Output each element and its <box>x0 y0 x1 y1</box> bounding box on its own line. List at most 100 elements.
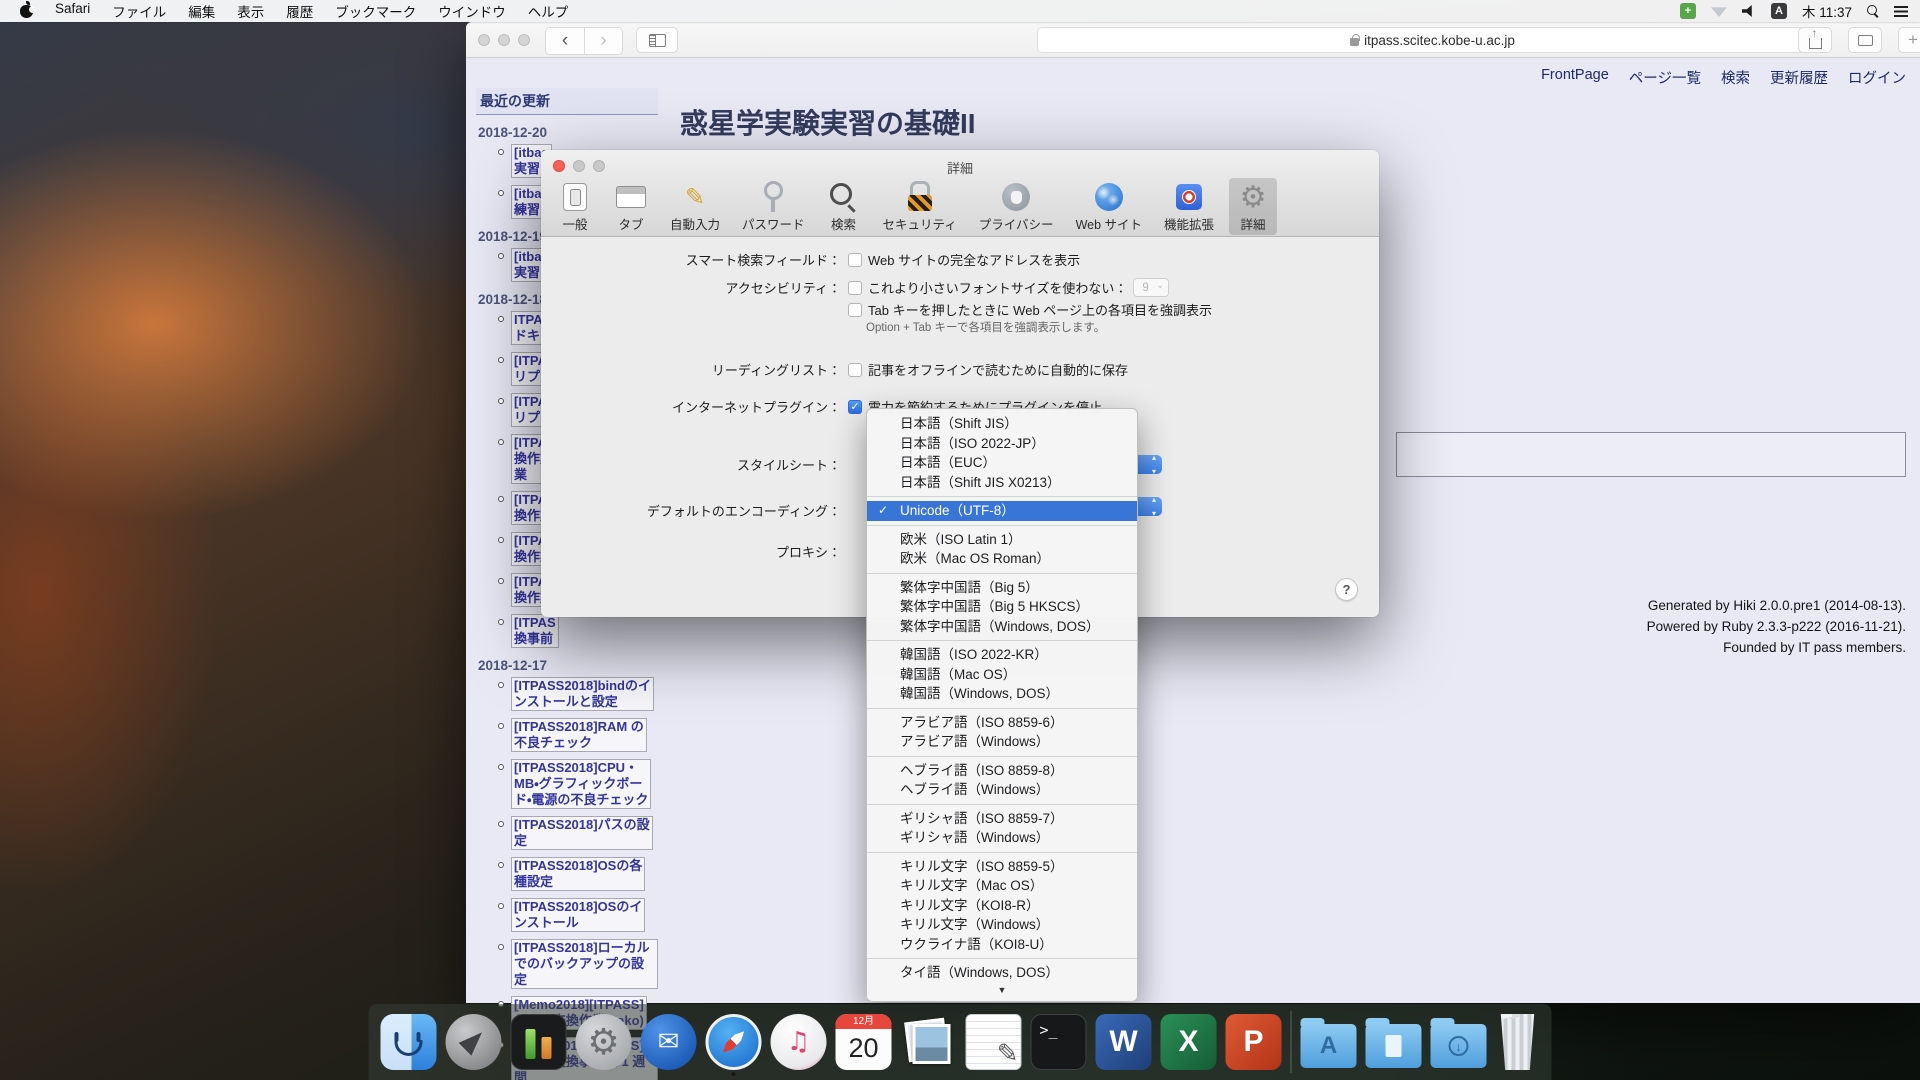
menu-item[interactable]: 編集 <box>188 1 215 21</box>
zoom-button[interactable] <box>518 34 530 46</box>
encoding-menu-item[interactable]: ✓ キリル文字（Windows） <box>867 915 1137 935</box>
encoding-menu-item[interactable]: ✓ キリル文字（KOI8-R） <box>867 896 1137 916</box>
word-icon[interactable]: W <box>1096 1014 1152 1070</box>
nav-link[interactable]: FrontPage <box>1541 67 1609 88</box>
antivirus-menu-icon[interactable]: + <box>1680 3 1696 19</box>
preferences-tab[interactable]: パスワード <box>735 178 812 235</box>
encoding-menu-item[interactable]: ✓ アラビア語（ISO 8859-6） <box>867 713 1137 733</box>
close-button[interactable] <box>478 34 490 46</box>
share-button[interactable] <box>1798 27 1832 53</box>
applications-folder-icon[interactable]: A <box>1301 1024 1357 1068</box>
downloads-folder-icon[interactable]: ↓ <box>1431 1024 1487 1068</box>
encoding-menu-item[interactable]: ✓ 日本語（Shift JIS） <box>867 414 1137 434</box>
encoding-menu-item[interactable]: ✓ Unicode（UTF-8） <box>867 501 1137 521</box>
encoding-menu-item[interactable]: ✓ ギリシャ語（ISO 8859-7） <box>867 809 1137 829</box>
encoding-popup-fragment[interactable] <box>1138 497 1162 516</box>
encoding-menu-item[interactable]: ✓ 韓国語（ISO 2022-KR） <box>867 645 1137 665</box>
system-preferences-icon[interactable]: ⚙ <box>576 1014 632 1070</box>
wiki-link[interactable]: [ITPASS2018]CPU・ MB・グラフィックボー ド・電源の不良チェック <box>511 759 651 809</box>
encoding-menu-item[interactable]: ✓ ウクライナ語（KOI8-U） <box>867 935 1137 955</box>
encoding-menu-item[interactable]: ✓ 繁体字中国語（Windows, DOS） <box>867 617 1137 637</box>
preferences-tab[interactable]: Web サイト <box>1069 178 1149 235</box>
thunderbird-icon[interactable]: ✉ <box>641 1014 697 1070</box>
apple-menu-icon[interactable] <box>20 5 33 18</box>
encoding-menu-item[interactable]: ✓ キリル文字（Mac OS） <box>867 876 1137 896</box>
itunes-icon[interactable]: ♫ <box>771 1014 827 1070</box>
preferences-tab[interactable]: タブ <box>607 178 655 235</box>
preferences-tab[interactable]: プライバシー <box>972 178 1061 235</box>
nav-link[interactable]: 検索 <box>1721 67 1750 88</box>
wiki-link[interactable]: [ITPASS2018]ローカル でのバックアップの設定 <box>511 939 658 989</box>
preferences-tab[interactable]: 自動入力 <box>663 178 727 235</box>
tab-overview-button[interactable] <box>1848 27 1882 53</box>
encoding-menu-item[interactable]: ✓ <box>867 752 1137 761</box>
encoding-menu-item[interactable]: ✓ 欧米（ISO Latin 1） <box>867 530 1137 550</box>
encoding-menu-item[interactable]: ✓ 繁体字中国語（Big 5 HKSCS） <box>867 597 1137 617</box>
encoding-menu-item[interactable]: ✓ 日本語（Shift JIS X0213） <box>867 473 1137 493</box>
safari-icon[interactable] <box>706 1014 762 1070</box>
volume-icon[interactable] <box>1742 5 1756 17</box>
wiki-link[interactable]: [ITPASS2018]OSのイ ンストール <box>511 898 645 932</box>
documents-folder-icon[interactable] <box>1366 1024 1422 1068</box>
encoding-menu-item[interactable]: ✓ ギリシャ語（Windows） <box>867 828 1137 848</box>
menu-item[interactable]: Safari <box>55 1 90 21</box>
wiki-link[interactable]: [ITPASS2018]OSの各 種設定 <box>511 857 645 891</box>
preferences-tab[interactable]: 詳細 <box>1229 178 1277 235</box>
launchpad-icon[interactable] <box>446 1014 502 1070</box>
font-size-popup[interactable]: 9 <box>1133 278 1169 297</box>
minimize-button[interactable] <box>498 34 510 46</box>
menu-item[interactable]: ブックマーク <box>335 1 416 21</box>
wiki-link[interactable]: [ITPASS2018]bindのイ ンストールと設定 <box>511 677 654 711</box>
excel-icon[interactable]: X <box>1161 1014 1217 1070</box>
close-button[interactable] <box>553 160 565 172</box>
notification-center-icon[interactable] <box>1894 6 1908 17</box>
wiki-link[interactable]: [ITPAS 換事前 <box>511 614 559 648</box>
finder-icon[interactable] <box>381 1014 437 1070</box>
new-tab-button[interactable]: + <box>1898 27 1920 53</box>
terminal-icon[interactable]: >_ <box>1031 1014 1087 1070</box>
checkbox-tab-highlight[interactable] <box>848 303 862 317</box>
menu-item[interactable]: ウインドウ <box>438 1 506 21</box>
wiki-link[interactable]: [ITPASS2018]RAM の 不良チェック <box>511 718 647 752</box>
photos-icon[interactable] <box>901 1014 957 1070</box>
encoding-menu-item[interactable]: ✓ 日本語（EUC） <box>867 453 1137 473</box>
encoding-menu-item[interactable]: ✓ 韓国語（Mac OS） <box>867 665 1137 685</box>
calendar-icon[interactable]: 12月 20 <box>836 1014 892 1070</box>
encoding-menu-item[interactable]: ✓ <box>867 521 1137 530</box>
encoding-menu-item[interactable]: ✓ 欧米（Mac OS Roman） <box>867 549 1137 569</box>
menu-item[interactable]: ヘルプ <box>528 1 569 21</box>
nav-link[interactable]: 更新履歴 <box>1770 67 1828 88</box>
encoding-menu-item[interactable]: ✓ <box>867 704 1137 713</box>
stylesheet-popup-fragment[interactable] <box>1138 455 1162 474</box>
address-bar[interactable]: itpass.scitec.kobe-u.ac.jp ↻ <box>1037 27 1828 53</box>
forward-button[interactable]: › <box>584 28 622 54</box>
encoding-menu-item[interactable]: ✓ キリル文字（ISO 8859-5） <box>867 857 1137 877</box>
encoding-menu-item[interactable]: ✓ <box>867 569 1137 578</box>
zoom-button[interactable] <box>593 160 605 172</box>
encoding-menu-item[interactable]: ✓ ヘブライ語（ISO 8859-8） <box>867 761 1137 781</box>
preferences-tab[interactable]: 検索 <box>820 178 868 235</box>
checkbox-power-save[interactable]: ✓ <box>848 400 862 414</box>
nav-link[interactable]: ページ一覧 <box>1629 67 1701 88</box>
activity-monitor-icon[interactable] <box>511 1014 567 1070</box>
preferences-tab[interactable]: 一般 <box>551 178 599 235</box>
back-button[interactable]: ‹ <box>546 28 584 54</box>
preferences-tab[interactable]: 機能拡張 <box>1157 178 1221 235</box>
menu-item[interactable]: ファイル <box>112 1 166 21</box>
encoding-menu-item[interactable]: ✓ 日本語（ISO 2022-JP） <box>867 434 1137 454</box>
spotlight-search-icon[interactable] <box>1867 5 1879 17</box>
trash-icon[interactable] <box>1496 1014 1540 1070</box>
minimize-button[interactable] <box>573 160 585 172</box>
encoding-menu-item[interactable]: ✓ <box>867 636 1137 645</box>
encoding-menu-item[interactable]: ✓ アラビア語（Windows） <box>867 732 1137 752</box>
encoding-menu-item[interactable]: ✓ 繁体字中国語（Big 5） <box>867 578 1137 598</box>
encoding-menu-item[interactable]: ✓ 韓国語（Windows, DOS） <box>867 684 1137 704</box>
checkbox-min-font-size[interactable] <box>848 281 862 295</box>
encoding-menu-item[interactable]: ✓ タイ語（Windows, DOS） <box>867 963 1137 983</box>
encoding-menu-item[interactable]: ✓ <box>867 492 1137 501</box>
encoding-menu-item[interactable]: ✓ <box>867 954 1137 963</box>
textedit-icon[interactable] <box>966 1014 1022 1070</box>
menu-item[interactable]: 履歴 <box>286 1 313 21</box>
encoding-menu-item[interactable]: ✓ <box>867 848 1137 857</box>
nav-link[interactable]: ログイン <box>1848 67 1906 88</box>
